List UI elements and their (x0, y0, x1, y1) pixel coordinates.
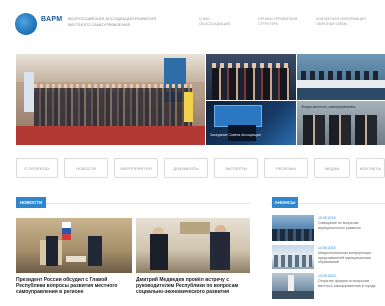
sidebar-text-1[interactable]: Совещание по вопросам муниципального раз… (318, 221, 382, 230)
news-divider (16, 203, 250, 204)
sidebar-date-3: 13.05.2015 (318, 274, 336, 278)
sidebar-thumb-2[interactable] (272, 245, 314, 269)
sidebar-date-2: 14.05.2015 (318, 246, 336, 250)
hero-banner-left (24, 72, 34, 112)
org-name-line-1: ВСЕРОССИЙСКАЯ АССОЦИАЦИЯ РАЗВИТИЯ (68, 16, 157, 21)
header-link-about-sub: ОБ АССОЦИАЦИИ (199, 22, 231, 26)
category-tab-regions[interactable]: РЕГИОНЫ (264, 158, 308, 178)
category-tab-documents[interactable]: ДОКУМЕНТЫ (164, 158, 208, 178)
hero-caption-2: Форум местного самоуправления (301, 105, 356, 109)
org-name-line-2: МЕСТНОГО САМОУПРАВЛЕНИЯ (68, 22, 131, 27)
category-tab-news[interactable]: НОВОСТИ (64, 158, 108, 178)
logo-text[interactable]: ВАРМ (41, 16, 62, 23)
events-section-label[interactable]: АНОНСЫ (272, 197, 298, 208)
news-photo-1[interactable] (16, 218, 132, 273)
hero-crowd (34, 88, 192, 126)
category-tab-projects[interactable]: О ПРОЕКТАХ (16, 158, 58, 178)
category-tab-events[interactable]: МЕРОПРИЯТИЯ (114, 158, 158, 178)
hero-photo-meeting[interactable] (206, 54, 296, 100)
header-link-structure-sub: СТРУКТУРА (258, 22, 278, 26)
category-tab-contacts[interactable]: КОНТАКТЫ (356, 158, 385, 178)
sidebar-text-2[interactable]: Межрегиональная конференция представител… (318, 251, 382, 265)
news-title-2[interactable]: Дмитрий Медведев провёл встречу с руково… (136, 277, 250, 295)
news-photo-2[interactable] (136, 218, 250, 273)
hero-red-carpet (16, 126, 205, 145)
news-section-label[interactable]: НОВОСТИ (16, 197, 46, 208)
hero-photo-conference[interactable] (297, 54, 385, 100)
header-link-structure[interactable]: ОРГАНЫ УПРАВЛЕНИЯ СТРУКТУРА (258, 17, 297, 27)
hero-photo-delegation[interactable]: Форум местного самоуправления (297, 101, 385, 145)
header-link-contacts[interactable]: КОНТАКТНАЯ ИНФОРМАЦИЯ ОБРАТНАЯ СВЯЗЬ (316, 17, 366, 27)
hero-main-photo[interactable] (16, 54, 205, 145)
news-title-1[interactable]: Президент России обсудил с Главой Респуб… (16, 277, 132, 295)
category-tab-experts[interactable]: ЭКСПЕРТЫ (214, 158, 258, 178)
category-tab-media[interactable]: МЕДИА (314, 158, 350, 178)
sidebar-thumb-1[interactable] (272, 215, 314, 241)
sidebar-date-1: 15.05.2015 (318, 216, 336, 220)
hero-figure (184, 92, 193, 122)
sidebar-text-3[interactable]: Открытие форума по вопросам местного сам… (318, 279, 382, 288)
hero-photo-forum[interactable]: Заседание Совета Ассоциации (206, 101, 296, 145)
category-tabs: О ПРОЕКТАХ НОВОСТИ МЕРОПРИЯТИЯ ДОКУМЕНТЫ… (16, 158, 385, 178)
sidebar-thumb-3[interactable] (272, 273, 314, 299)
logo-icon[interactable] (15, 13, 37, 35)
hero-caption-1: Заседание Совета Ассоциации (210, 133, 261, 137)
header-link-contacts-sub: ОБРАТНАЯ СВЯЗЬ (316, 22, 348, 26)
header-link-about[interactable]: О НАС ОБ АССОЦИАЦИИ (199, 17, 230, 27)
